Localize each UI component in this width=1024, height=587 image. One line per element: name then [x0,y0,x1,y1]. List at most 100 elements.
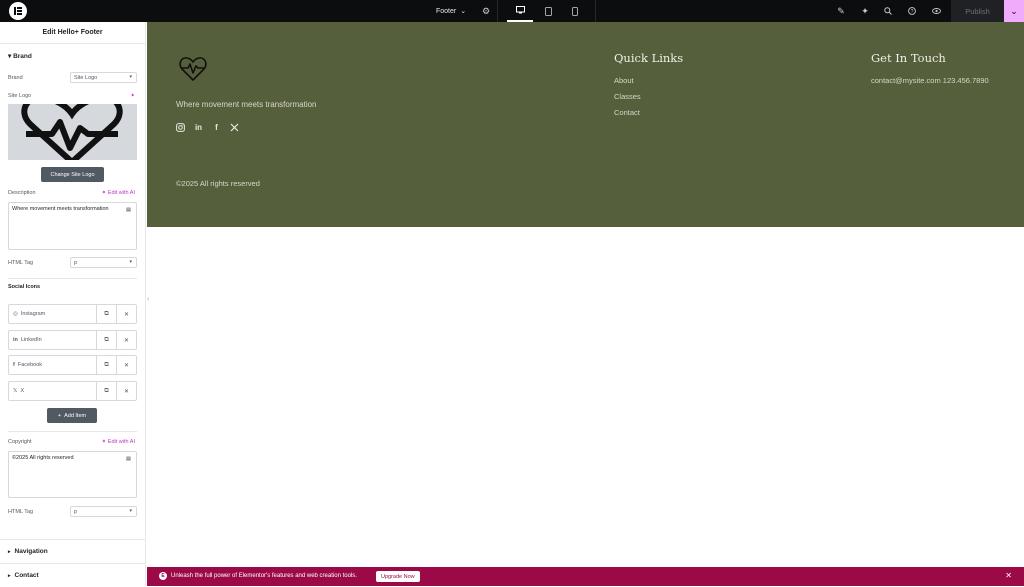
select-caret-icon: ▾ [129,259,132,265]
footer-link-about[interactable]: About [614,76,634,85]
duplicate-icon[interactable]: ⧉ [96,305,116,323]
html-tag-value: p [74,508,78,515]
add-item-button[interactable]: + Add Item [47,408,97,423]
preview-eye-icon[interactable] [929,0,943,22]
copyright-value: ©2025 All rights reserved [12,455,74,461]
add-item-label: Add Item [64,412,87,419]
description-edit-with-ai-link[interactable]: ✦ Edit with AI [102,190,135,196]
social-item-linkedin[interactable]: in LinkedIn ⧉ ✕ [8,330,137,350]
editor-panel: Edit Hello+ Footer ▾ Brand Brand Site Lo… [0,22,146,586]
dynamic-tags-icon[interactable]: ▤ [124,454,133,463]
elementor-logo-icon: E [159,572,167,580]
instagram-icon: ◎ [13,311,18,317]
site-logo-label: Site Logo [8,93,32,99]
description-label: Description [8,190,36,196]
collapse-panel-chevron-icon[interactable]: ‹ [147,296,149,303]
edit-with-ai-label: Edit with AI [107,190,135,196]
mobile-device-icon[interactable] [567,0,583,22]
select-caret-icon: ▾ [129,508,132,514]
panel-title: Edit Hello+ Footer [0,22,145,44]
duplicate-icon[interactable]: ⧉ [96,382,116,400]
footer-social-icons: in f [176,123,239,132]
dynamic-tags-icon[interactable]: ▤ [124,205,133,214]
publish-button[interactable]: Publish [951,0,1004,22]
close-icon[interactable]: ✕ [1005,571,1012,580]
html-tag-label: HTML Tag [8,260,34,266]
description-value: Where movement meets transformation [12,206,109,212]
publish-options-chevron-icon[interactable]: ⌄ [1004,0,1024,22]
footer-link-classes[interactable]: Classes [614,92,641,101]
document-selector[interactable]: Footer ⌄ [436,0,466,22]
search-icon[interactable] [881,0,895,22]
edit-with-ai-label: Edit with AI [107,439,135,445]
heartbeat-logo-icon[interactable] [179,56,207,82]
elementor-logo-icon[interactable] [9,2,27,20]
caret-right-icon: ▸ [8,572,11,579]
get-in-touch-heading: Get In Touch [871,51,946,65]
footer-preview[interactable]: Where movement meets transformation in f… [147,22,1024,227]
social-item-label: LinkedIn [20,337,42,343]
brand-label: Brand [8,75,23,81]
copyright-textarea[interactable]: ©2025 All rights reserved ▤ [8,451,137,498]
social-item-label: Facebook [17,362,42,368]
document-name: Footer [436,7,457,15]
social-item-label: Instagram [20,311,46,317]
upgrade-now-button[interactable]: Upgrade Now [376,571,420,582]
footer-link-contact[interactable]: Contact [614,108,640,117]
change-site-logo-button[interactable]: Change Site Logo [41,167,104,182]
social-icons-heading: Social Icons [8,284,41,290]
promo-text: Unleash the full power of Elementor's fe… [171,573,357,579]
select-caret-icon: ▾ [129,74,132,80]
contact-section-label: Contact [14,572,39,579]
social-item-instagram[interactable]: ◎ Instagram ⧉ ✕ [8,304,137,324]
remove-icon[interactable]: ✕ [116,356,136,374]
brand-section-label: Brand [13,53,32,60]
remove-icon[interactable]: ✕ [116,331,136,349]
upgrade-promo-bar: E Unleash the full power of Elementor's … [147,567,1024,586]
brand-select-value: Site Logo [74,74,98,81]
social-item-x[interactable]: 𝕏X ⧉ ✕ [8,381,137,401]
copyright-html-tag-select[interactable]: p ▾ [70,506,137,517]
facebook-icon[interactable]: f [212,123,221,132]
brand-select[interactable]: Site Logo ▾ [70,72,137,83]
duplicate-icon[interactable]: ⧉ [96,356,116,374]
copyright-label: Copyright [8,439,32,445]
plus-icon: + [57,412,62,419]
html-tag-value: p [74,259,78,266]
instagram-icon[interactable] [176,123,185,132]
description-html-tag-select[interactable]: p ▾ [70,257,137,268]
brand-section-header[interactable]: ▾ Brand [8,52,32,60]
footer-description: Where movement meets transformation [176,100,317,109]
site-logo-preview[interactable] [8,104,137,160]
copyright-edit-with-ai-link[interactable]: ✦ Edit with AI [102,439,135,445]
page-settings-gear-icon[interactable]: ⚙ [479,0,493,22]
social-item-facebook[interactable]: f Facebook ⧉ ✕ [8,355,137,375]
footer-contact-info[interactable]: contact@mysite.com 123.456.7890 [871,76,989,85]
linkedin-icon: in [13,337,18,343]
duplicate-icon[interactable]: ⧉ [96,331,116,349]
x-icon[interactable] [230,123,239,132]
remove-icon[interactable]: ✕ [116,305,136,323]
x-icon: 𝕏 [13,388,18,394]
description-textarea[interactable]: Where movement meets transformation ▤ [8,202,137,250]
social-item-label: X [20,388,25,394]
ai-sparkle-icon[interactable]: ✦ [130,93,135,99]
navigation-section-label: Navigation [14,548,48,555]
linkedin-icon[interactable]: in [194,123,203,132]
tablet-device-icon[interactable] [540,0,556,22]
navigation-section-header[interactable]: ▸ Navigation [0,539,146,563]
remove-icon[interactable]: ✕ [116,382,136,400]
desktop-device-icon[interactable] [507,0,533,22]
whats-new-rocket-icon[interactable]: ✦ [858,0,872,22]
help-icon[interactable]: ? [905,0,919,22]
copyright-html-tag-label: HTML Tag [8,509,34,515]
top-bar: Footer ⌄ ⚙ ✎ ✦ ? Publish ⌄ [0,0,1024,22]
caret-right-icon: ▸ [8,548,11,555]
svg-text:?: ? [911,9,914,15]
footer-copyright: ©2025 All rights reserved [176,179,260,188]
quick-links-heading: Quick Links [614,51,684,65]
edit-pen-icon[interactable]: ✎ [834,0,848,22]
facebook-icon: f [13,362,15,368]
chevron-down-icon: ⌄ [460,8,467,15]
contact-section-header[interactable]: ▸ Contact [0,563,146,587]
